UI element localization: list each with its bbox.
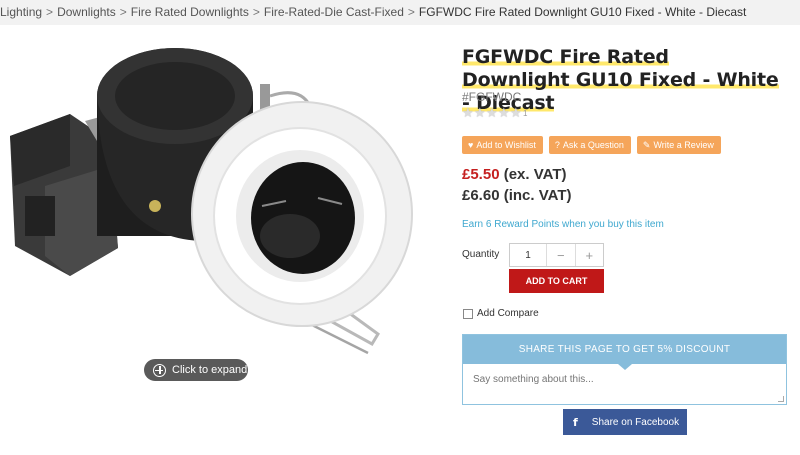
quantity-stepper: − + — [509, 243, 604, 267]
breadcrumb-item-fire-rated-downlights[interactable]: Fire Rated Downlights — [131, 5, 249, 19]
plus-circle-icon — [153, 363, 166, 377]
breadcrumb-current: FGFWDC Fire Rated Downlight GU10 Fixed -… — [418, 5, 747, 19]
write-review-button[interactable]: ✎ Write a Review — [636, 136, 721, 154]
product-image[interactable]: Click to expand — [0, 26, 440, 386]
quantity-input[interactable] — [510, 244, 547, 266]
edit-icon: ✎ — [642, 139, 651, 150]
facebook-icon: f — [573, 415, 578, 429]
price-ex-vat-amount: £5.50 — [462, 166, 500, 183]
ask-question-button[interactable]: ? Ask a Question — [548, 136, 631, 154]
star-icon: ★ — [498, 105, 510, 120]
price-inc-vat: £6.60 (inc. VAT) — [462, 187, 572, 204]
star-icon: ★ — [486, 105, 498, 120]
heart-icon: ♥ — [468, 140, 474, 150]
breadcrumb-item-lighting[interactable]: Lighting — [0, 5, 42, 19]
share-panel: SHARE THIS PAGE TO GET 5% DISCOUNT — [462, 334, 787, 405]
breadcrumb-separator: > — [119, 5, 127, 19]
share-message-input[interactable] — [463, 364, 786, 404]
breadcrumb-separator: > — [407, 5, 415, 19]
downlight-image — [10, 48, 413, 355]
wishlist-label: Add to Wishlist — [476, 140, 536, 150]
breadcrumb-item-downlights[interactable]: Downlights — [57, 5, 116, 19]
share-on-facebook-button[interactable]: f Share on Facebook — [563, 409, 687, 435]
add-to-wishlist-button[interactable]: ♥ Add to Wishlist — [462, 136, 543, 154]
quantity-increase-button[interactable]: + — [574, 244, 604, 266]
add-to-cart-button[interactable]: ADD TO CART — [509, 269, 604, 293]
star-icon: ★ — [510, 105, 522, 120]
question-circle-icon: ? — [554, 140, 560, 150]
rating-stars[interactable]: ★ ★ ★ ★ ★ 1 — [462, 105, 528, 120]
product-actions: ♥ Add to Wishlist ? Ask a Question ✎ Wri… — [462, 136, 721, 154]
breadcrumb-item-fire-rated-die-cast-fixed[interactable]: Fire-Rated-Die Cast-Fixed — [264, 5, 404, 19]
breadcrumb: Lighting > Downlights > Fire Rated Downlight… — [0, 0, 800, 25]
review-label: Write a Review — [653, 140, 714, 150]
star-icon: ★ — [474, 105, 486, 120]
click-to-expand-button[interactable]: Click to expand — [144, 359, 248, 381]
share-heading: SHARE THIS PAGE TO GET 5% DISCOUNT — [463, 335, 786, 370]
rating-count: 1 — [523, 108, 528, 118]
quantity-label: Quantity — [462, 249, 500, 260]
breadcrumb-separator: > — [46, 5, 54, 19]
reward-points-text: Earn 6 Reward Points when you buy this i… — [462, 219, 664, 230]
price-ex-vat: £5.50 (ex. VAT) — [462, 166, 567, 183]
facebook-label: Share on Facebook — [591, 416, 680, 428]
star-icon: ★ — [462, 105, 474, 120]
add-compare[interactable]: Add Compare — [463, 308, 539, 319]
quantity-decrease-button[interactable]: − — [547, 244, 575, 266]
price-ex-vat-label: (ex. VAT) — [503, 166, 567, 183]
compare-checkbox[interactable] — [463, 308, 473, 319]
expand-label: Click to expand — [172, 364, 248, 376]
product-sku: #FGFWDC — [462, 90, 522, 104]
compare-label: Add Compare — [477, 308, 539, 319]
question-label: Ask a Question — [562, 140, 624, 150]
breadcrumb-separator: > — [252, 5, 260, 19]
resize-grip-icon[interactable] — [778, 396, 784, 402]
